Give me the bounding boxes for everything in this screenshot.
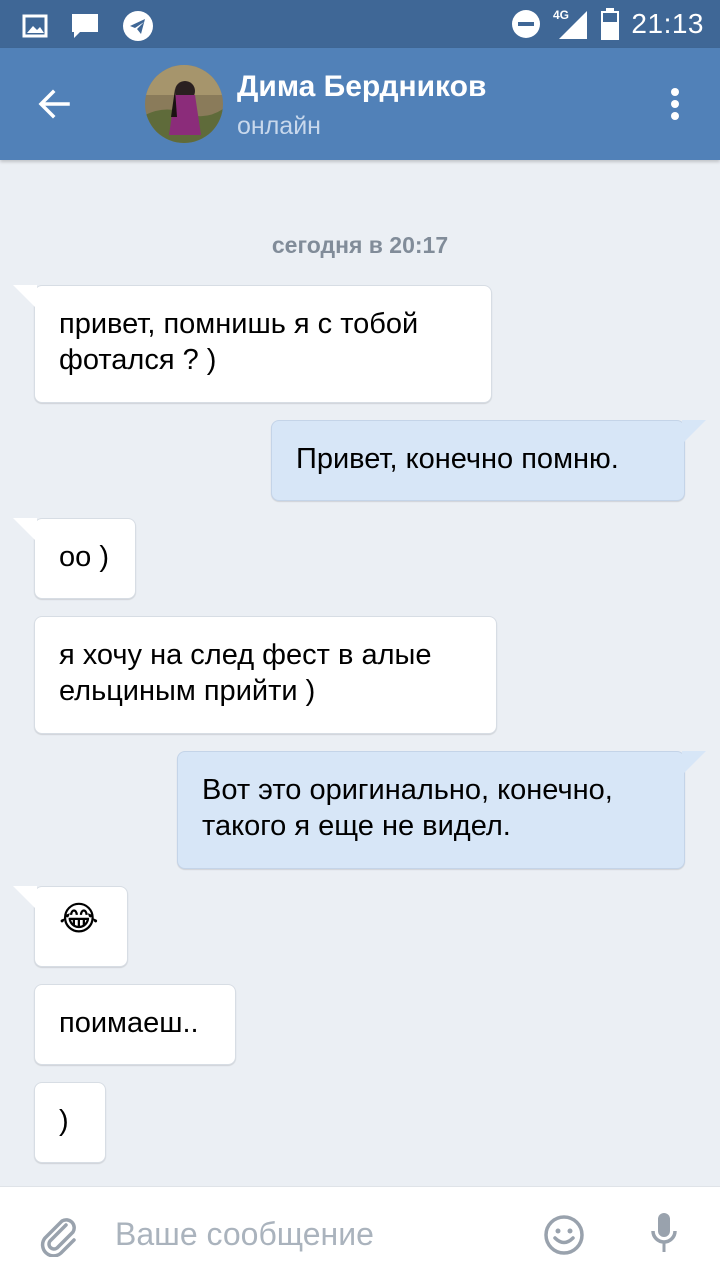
- battery-icon: [601, 8, 620, 40]
- bubble-tail: [682, 751, 706, 775]
- emoji-button[interactable]: [542, 1213, 586, 1257]
- message-incoming[interactable]: оо ): [13, 518, 136, 599]
- back-arrow-icon: [38, 89, 70, 119]
- message-input[interactable]: [115, 1209, 515, 1259]
- mic-icon: [651, 1213, 677, 1252]
- avatar[interactable]: [145, 65, 223, 143]
- emoji-tears-of-joy: 😂: [59, 900, 99, 938]
- message-text: поимаеш..: [59, 1007, 199, 1039]
- message-text: привет, помнишь я с тобой фотался ? ): [59, 308, 419, 376]
- bubble-tail: [13, 886, 37, 910]
- more-button[interactable]: [660, 84, 690, 124]
- message-incoming[interactable]: ): [34, 1082, 106, 1163]
- contact-status: онлайн: [237, 112, 321, 140]
- message-incoming[interactable]: я хочу на след фест в алые ельциным прий…: [34, 616, 497, 734]
- mic-button[interactable]: [648, 1209, 680, 1259]
- network-type-label: 4G: [553, 8, 569, 22]
- message-text: оо ): [59, 541, 109, 573]
- message-incoming[interactable]: 😂: [13, 886, 128, 967]
- message-text: я хочу на след фест в алые ельциным прий…: [59, 639, 432, 707]
- date-separator: сегодня в 20:17: [271, 232, 449, 258]
- telegram-icon: [122, 10, 154, 42]
- clock: 21:13: [631, 8, 704, 39]
- message-text: Вот это оригинально, конечно, такого я е…: [202, 774, 613, 842]
- chat-header: Дима Бердников онлайн: [0, 48, 720, 160]
- image-icon: [22, 14, 48, 38]
- message-outgoing[interactable]: Привет, конечно помню.: [271, 420, 706, 501]
- attach-icon: [40, 1218, 76, 1258]
- bubble-tail: [13, 518, 37, 542]
- message-outgoing[interactable]: Вот это оригинально, конечно, такого я е…: [177, 751, 706, 869]
- bubble-tail: [13, 285, 37, 309]
- emoji-icon: [544, 1215, 584, 1255]
- signal-icon: 4G: [553, 7, 589, 41]
- message-incoming[interactable]: привет, помнишь я с тобой фотался ? ): [13, 285, 492, 403]
- message-text: Привет, конечно помню.: [296, 443, 619, 475]
- status-bar: 4G 21:13: [0, 0, 720, 48]
- composer: [0, 1186, 720, 1280]
- message-incoming[interactable]: поимаеш..: [34, 984, 236, 1065]
- do-not-disturb-icon: [511, 9, 541, 39]
- more-vert-icon: [671, 88, 679, 120]
- contact-name[interactable]: Дима Бердников: [237, 70, 486, 104]
- message-icon: [70, 12, 100, 40]
- message-text: ): [59, 1105, 69, 1137]
- back-button[interactable]: [30, 80, 78, 128]
- bubble-tail: [682, 420, 706, 444]
- attach-button[interactable]: [36, 1213, 80, 1258]
